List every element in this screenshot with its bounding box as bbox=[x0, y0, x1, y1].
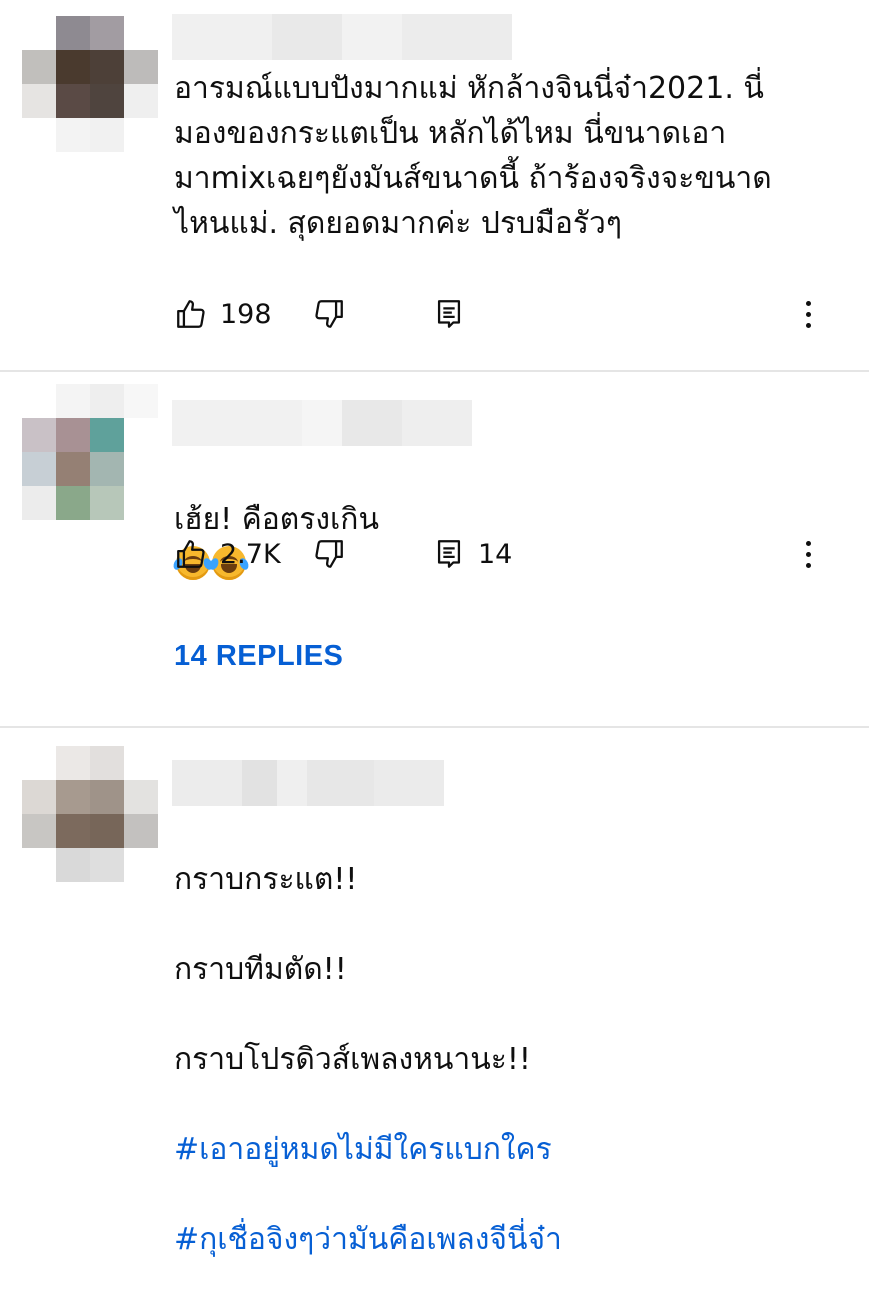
reply-count: 14 bbox=[478, 538, 513, 570]
comment-actions: 2.7K 14 bbox=[174, 532, 844, 576]
comment-line: กราบทีมตัด!! bbox=[174, 952, 347, 987]
comment-icon bbox=[437, 300, 461, 328]
more-vert-icon[interactable] bbox=[796, 292, 820, 336]
avatar[interactable] bbox=[22, 746, 158, 882]
thumbs-down-icon bbox=[315, 540, 343, 568]
reply-button[interactable] bbox=[432, 292, 466, 336]
avatar[interactable] bbox=[22, 16, 158, 152]
avatar[interactable] bbox=[22, 384, 158, 520]
like-count: 198 bbox=[220, 298, 272, 330]
comment-icon bbox=[437, 540, 461, 568]
comment-3: กราบกระแต!! กราบทีมตัด!! กราบโปรดิวส์เพล… bbox=[0, 728, 869, 1257]
comment-line: กราบกระแต!! bbox=[174, 862, 358, 897]
author-name-blurred[interactable] bbox=[172, 760, 444, 806]
more-vert-icon[interactable] bbox=[796, 532, 820, 576]
thumbs-down-icon bbox=[315, 300, 343, 328]
author-name-blurred[interactable] bbox=[172, 400, 472, 446]
hashtag-link[interactable]: #เอาอยู่หมดไม่มีใครแบกใคร bbox=[174, 1127, 844, 1172]
hashtag-link[interactable]: #กุเชื่อจิงๆว่ามันคือเพลงจีนี่จ๋า bbox=[174, 1217, 844, 1262]
comment-text: กราบกระแต!! กราบทีมตัด!! กราบโปรดิวส์เพล… bbox=[174, 812, 844, 1307]
reply-button[interactable]: 14 bbox=[432, 532, 512, 576]
dislike-button[interactable] bbox=[312, 532, 346, 576]
comment-actions: 198 bbox=[174, 292, 844, 336]
comment-text: อารมณ์แบบปังมากแม่ หักล้างจินนี่จ๋า2021.… bbox=[174, 71, 772, 241]
comment-line: กราบโปรดิวส์เพลงหนานะ!! bbox=[174, 1042, 531, 1077]
comment-1: อารมณ์แบบปังมากแม่ หักล้างจินนี่จ๋า2021.… bbox=[0, 0, 869, 370]
like-button[interactable]: 198 bbox=[174, 292, 272, 336]
thumbs-up-icon bbox=[177, 540, 205, 568]
thumbs-up-icon bbox=[177, 300, 205, 328]
comment-2: เฮ้ย! คือตรงเกิน 2.7K 14 14 REPLIES bbox=[0, 372, 869, 726]
dislike-button[interactable] bbox=[312, 292, 346, 336]
like-button[interactable]: 2.7K bbox=[174, 532, 281, 576]
author-name-blurred[interactable] bbox=[172, 14, 512, 60]
like-count: 2.7K bbox=[220, 538, 281, 570]
view-replies-button[interactable]: 14 REPLIES bbox=[174, 640, 343, 673]
